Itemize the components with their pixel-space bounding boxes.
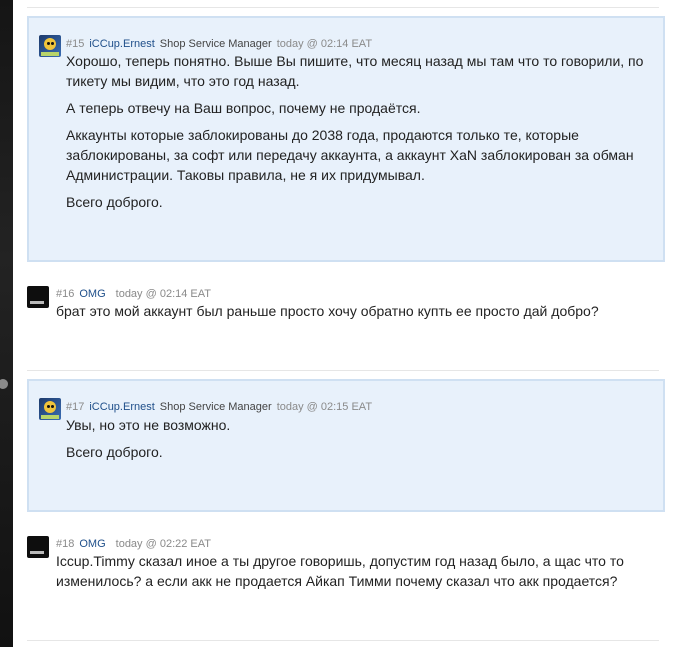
post-body: Iccup.Timmy сказал иное а ты другое гово… <box>56 551 661 598</box>
post-paragraph: Хорошо, теперь понятно. Выше Вы пишите, … <box>66 53 644 89</box>
post-15: #15 iCCup.Ernest Shop Service Manager today… <box>27 16 665 262</box>
post-body: брат это мой аккаунт был раньше просто х… <box>56 301 661 328</box>
post-paragraph: Аккаунты которые заблокированы до 2038 г… <box>66 127 634 183</box>
post-number[interactable]: #15 <box>66 38 84 50</box>
avatar[interactable] <box>39 398 61 420</box>
post-meta: #18 OMG today @ 02:22 EAT <box>56 537 211 551</box>
avatar-eye <box>51 42 54 45</box>
avatar[interactable] <box>27 536 49 558</box>
post-meta: #15 iCCup.Ernest Shop Service Manager today… <box>66 37 372 51</box>
left-background-strip <box>0 0 13 647</box>
post-16: #16 OMG today @ 02:14 EAT брат это мой акк… <box>27 278 665 358</box>
post-number[interactable]: #18 <box>56 538 74 550</box>
post-author[interactable]: OMG <box>79 288 105 300</box>
post-paragraph: Увы, но это не возможно. <box>66 417 231 433</box>
avatar-tag <box>41 415 59 419</box>
post-17: #17 iCCup.Ernest Shop Service Manager today… <box>27 379 665 512</box>
author-role: Shop Service Manager <box>159 38 272 50</box>
post-number[interactable]: #16 <box>56 288 74 300</box>
post-paragraph: Iccup.Timmy сказал иное а ты другое гово… <box>56 553 624 589</box>
avatar[interactable] <box>39 35 61 57</box>
post-divider <box>27 640 659 641</box>
post-meta: #16 OMG today @ 02:14 EAT <box>56 287 211 301</box>
post-time: today @ 02:14 EAT <box>115 288 211 300</box>
avatar-tag <box>30 551 44 554</box>
post-time: today @ 02:14 EAT <box>276 38 373 50</box>
avatar-tag <box>41 52 59 56</box>
avatar[interactable] <box>27 286 49 308</box>
post-divider <box>27 7 659 8</box>
avatar-tag <box>30 301 44 304</box>
avatar-eye <box>47 42 50 45</box>
post-author[interactable]: iCCup.Ernest <box>89 38 154 50</box>
post-body: Увы, но это не возможно. Всего доброго. <box>66 415 661 469</box>
post-divider <box>27 370 659 371</box>
post-paragraph: А теперь отвечу на Ваш вопрос, почему не… <box>66 100 421 116</box>
post-paragraph: Всего доброго. <box>66 194 163 210</box>
post-paragraph: Всего доброго. <box>66 444 163 460</box>
avatar-face <box>44 38 56 50</box>
scroll-indicator-dot <box>0 379 8 389</box>
avatar-eye <box>47 405 50 408</box>
post-author[interactable]: iCCup.Ernest <box>89 401 154 413</box>
author-role: Shop Service Manager <box>159 401 272 413</box>
post-body: Хорошо, теперь понятно. Выше Вы пишите, … <box>66 51 661 219</box>
post-time: today @ 02:15 EAT <box>276 401 373 413</box>
post-number[interactable]: #17 <box>66 401 84 413</box>
post-time: today @ 02:22 EAT <box>115 538 211 550</box>
post-author[interactable]: OMG <box>79 538 105 550</box>
avatar-face <box>44 401 56 413</box>
avatar-eye <box>51 405 54 408</box>
post-18: #18 OMG today @ 02:22 EAT Iccup.Timmy сказ… <box>27 528 665 628</box>
post-paragraph: брат это мой аккаунт был раньше просто х… <box>56 303 599 319</box>
post-meta: #17 iCCup.Ernest Shop Service Manager today… <box>66 400 372 414</box>
